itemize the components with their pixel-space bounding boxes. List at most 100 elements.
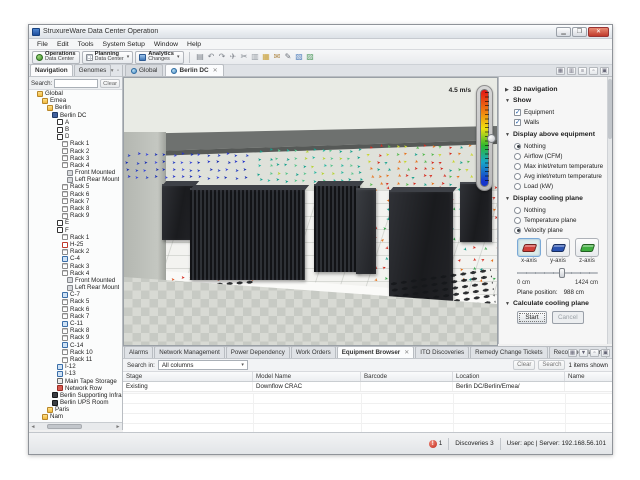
tree-horizontal-scrollbar[interactable]: ◄ ► xyxy=(29,422,122,430)
show-checkbox-option[interactable]: Equipment xyxy=(514,107,608,117)
search-column-select[interactable]: All columns ▾ xyxy=(158,360,248,370)
tree-item[interactable]: Rack 7 xyxy=(29,198,122,205)
tree-item[interactable]: Main Tape Storage xyxy=(29,378,122,385)
server-rack-row[interactable] xyxy=(190,188,305,280)
filter-icon[interactable]: ▼ xyxy=(579,349,588,357)
tree-item[interactable]: Rack 10 xyxy=(29,349,122,356)
slider-track[interactable] xyxy=(517,272,598,274)
tree-item[interactable]: Berlin Supporting Infrastru xyxy=(29,392,122,399)
plane-position-slider[interactable] xyxy=(517,268,598,278)
bottom-tab[interactable]: Equipment Browser ✕ xyxy=(337,346,414,358)
tree-item[interactable]: Left Rear Mount xyxy=(29,284,122,291)
right-panel-scrollbar[interactable] xyxy=(607,77,612,344)
cooling-plane-radio-option[interactable]: Velocity plane xyxy=(514,225,608,235)
tree-item[interactable]: I-13 xyxy=(29,370,122,377)
tree-item[interactable]: Rack 3 xyxy=(29,263,122,270)
3d-viewport[interactable]: ➤➤➤➤➤➤➤➤➤➤➤➤➤➤➤➤➤➤➤➤➤➤➤➤➤➤➤➤➤➤➤➤➤➤➤➤➤➤➤➤… xyxy=(123,77,498,346)
server-rack-row[interactable] xyxy=(314,184,360,272)
cancel-button[interactable]: Cancel xyxy=(552,311,584,324)
tree-item[interactable]: C-7 xyxy=(29,291,122,298)
minimize-button[interactable]: ▁ xyxy=(556,27,571,37)
minimize-panel-icon[interactable]: ▫ xyxy=(589,67,598,75)
left-panel-tab[interactable]: Navigation xyxy=(30,64,73,76)
bottom-tab[interactable]: Work Orders ✕ xyxy=(291,346,336,358)
error-indicator[interactable]: ! 1 xyxy=(429,440,443,448)
section-cooling-plane[interactable]: ▼ Display cooling plane xyxy=(505,195,608,202)
tree-item[interactable]: Emea xyxy=(29,97,122,104)
bottom-tab[interactable]: ITO Discoveries ✕ xyxy=(415,346,469,358)
operations-perspective-button[interactable]: Operations Data Center xyxy=(32,51,80,64)
cooling-plane-radio-option[interactable]: Temperature plane xyxy=(514,215,608,225)
section-3d-navigation[interactable]: ▶ 3D navigation xyxy=(505,86,608,93)
close-button[interactable]: ✕ xyxy=(588,27,609,37)
display-above-radio-option[interactable]: Max inlet/return temperature xyxy=(514,161,608,171)
save-icon[interactable]: ▤ xyxy=(195,52,206,62)
show-checkbox-option[interactable]: Walls xyxy=(514,117,608,127)
radio-icon[interactable] xyxy=(514,173,521,180)
section-show[interactable]: ▼ Show xyxy=(505,97,608,104)
menu-item[interactable]: Edit xyxy=(53,40,73,49)
maximize-panel-icon[interactable]: ▣ xyxy=(601,349,610,357)
left-panel-tab[interactable]: Genomes xyxy=(74,64,112,76)
tree-item[interactable]: Network Row xyxy=(29,385,122,392)
tree-item[interactable]: I-12 xyxy=(29,363,122,370)
split-view-icon[interactable]: ▥ xyxy=(567,67,576,75)
bottom-tab[interactable]: Network Management ✕ xyxy=(154,346,225,358)
layout-view-icon[interactable]: ▦ xyxy=(556,67,565,75)
tree-item[interactable]: H-25 xyxy=(29,241,122,248)
display-above-radio-option[interactable]: Nothing xyxy=(514,141,608,151)
menu-item[interactable]: Tools xyxy=(74,40,98,49)
tree-item[interactable]: C-11 xyxy=(29,320,122,327)
minimize-panel-icon[interactable]: ▫ xyxy=(590,349,599,357)
section-display-above[interactable]: ▼ Display above equipment xyxy=(505,131,608,138)
tree-item[interactable]: Rack 4 xyxy=(29,270,122,277)
column-header[interactable]: Location xyxy=(453,372,565,381)
tree-item[interactable]: C-14 xyxy=(29,342,122,349)
column-header[interactable]: Name xyxy=(565,372,640,381)
tree-item[interactable]: E xyxy=(29,219,122,226)
radio-icon[interactable] xyxy=(514,143,521,150)
clear-search-button[interactable]: Clear xyxy=(100,79,120,88)
tree-item[interactable]: Berlin UPS Room xyxy=(29,399,122,406)
menu-item[interactable]: System Setup xyxy=(99,40,149,49)
planning-perspective-button[interactable]: Planning Data Center ▾ xyxy=(82,51,134,64)
discoveries-status[interactable]: Discoveries 3 xyxy=(455,440,493,447)
edit-icon[interactable]: ✎ xyxy=(283,52,294,62)
radio-icon[interactable] xyxy=(514,227,521,234)
radio-icon[interactable] xyxy=(514,163,521,170)
pin-icon[interactable]: ✈ xyxy=(228,52,239,62)
undo-icon[interactable]: ↶ xyxy=(206,52,217,62)
close-icon[interactable]: ✕ xyxy=(213,67,218,74)
panel-menu-icons[interactable]: ▾ ▫ xyxy=(111,68,120,74)
title-bar[interactable]: StruxureWare Data Center Operation ▁ ❐ ✕ xyxy=(29,25,612,39)
tree-item[interactable]: Left Rear Mount xyxy=(29,176,122,183)
tree-item[interactable]: D xyxy=(29,133,122,140)
column-header[interactable]: Stage xyxy=(123,372,253,381)
display-above-radio-option[interactable]: Airflow (CFM) xyxy=(514,151,608,161)
tree-item[interactable]: Rack 1 xyxy=(29,234,122,241)
scrollbar-thumb[interactable] xyxy=(47,424,82,429)
bottom-tab[interactable]: Power Dependency ✕ xyxy=(226,346,290,358)
server-rack[interactable] xyxy=(356,188,376,274)
image-icon[interactable]: ▦ xyxy=(261,52,272,62)
tree-item[interactable]: B xyxy=(29,126,122,133)
slider-thumb[interactable] xyxy=(559,268,565,278)
velocity-color-scale[interactable] xyxy=(476,85,493,191)
search-button[interactable]: Search xyxy=(538,360,565,370)
tree-item[interactable]: A xyxy=(29,119,122,126)
view-tab[interactable]: Berlin DC ✕ xyxy=(165,64,223,76)
mail-icon[interactable]: ✉ xyxy=(272,52,283,62)
scroll-right-icon[interactable]: ► xyxy=(114,424,122,430)
tree-item[interactable]: F xyxy=(29,227,122,234)
column-header[interactable]: Model Name xyxy=(253,372,361,381)
tree-item[interactable]: Rack 4 xyxy=(29,162,122,169)
radio-icon[interactable] xyxy=(514,217,521,224)
search-input[interactable] xyxy=(54,79,98,88)
tree-item[interactable]: Rack 3 xyxy=(29,155,122,162)
menu-item[interactable]: Help xyxy=(183,40,205,49)
bottom-tab[interactable]: Remedy Change Tickets ✕ xyxy=(470,346,547,358)
close-icon[interactable]: ✕ xyxy=(404,349,409,356)
radio-icon[interactable] xyxy=(514,153,521,160)
tree-item[interactable]: Front Mounted xyxy=(29,277,122,284)
list-view-icon[interactable]: ≡ xyxy=(578,67,587,75)
